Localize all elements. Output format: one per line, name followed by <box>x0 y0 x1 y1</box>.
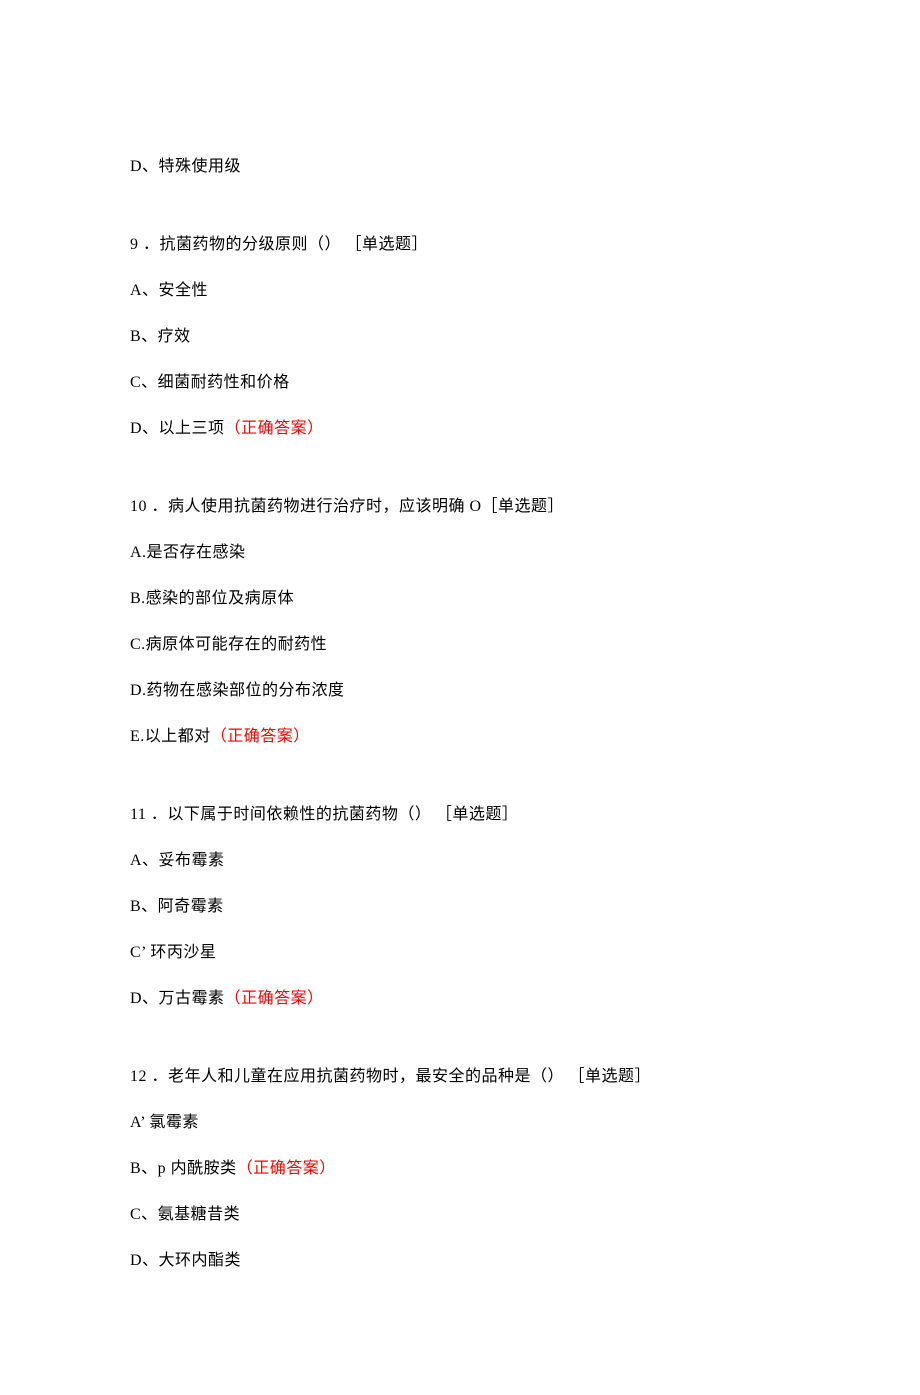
q10-option-b: B.感染的部位及病原体 <box>130 587 790 611</box>
q11-option-c: C’ 环丙沙星 <box>130 941 790 965</box>
q9-option-b: B、疗效 <box>130 325 790 349</box>
q9-option-d-text: D、以上三项 <box>130 420 225 437</box>
q12-option-d: D、大环内酯类 <box>130 1249 790 1273</box>
q12-correct-answer: （正确答案） <box>237 1160 336 1177</box>
q9-option-c: C、细菌耐药性和价格 <box>130 371 790 395</box>
q11-option-a: A、妥布霉素 <box>130 849 790 873</box>
lead-option-d: D、特殊使用级 <box>130 155 790 179</box>
q10-option-d: D.药物在感染部位的分布浓度 <box>130 679 790 703</box>
q9-stem: 9 ．抗菌药物的分级原则（） ［单选题］ <box>130 233 790 257</box>
q12-option-b: B、p 内酰胺类（正确答案） <box>130 1157 790 1181</box>
q10-correct-answer: （正确答案） <box>211 728 310 745</box>
q10-option-a: A.是否存在感染 <box>130 541 790 565</box>
q12-option-a: A’ 氯霉素 <box>130 1111 790 1135</box>
q12-option-c: C、氨基糖昔类 <box>130 1203 790 1227</box>
q9-option-a: A、安全性 <box>130 279 790 303</box>
q11-option-b: B、阿奇霉素 <box>130 895 790 919</box>
q12-stem: 12 ．老年人和儿童在应用抗菌药物时，最安全的品种是（） ［单选题］ <box>130 1065 790 1089</box>
q9-option-d: D、以上三项（正确答案） <box>130 417 790 441</box>
q9-correct-answer: （正确答案） <box>225 420 324 437</box>
q10-option-e: E.以上都对（正确答案） <box>130 725 790 749</box>
q11-option-d: D、万古霉素（正确答案） <box>130 987 790 1011</box>
q12-option-b-text: B、p 内酰胺类 <box>130 1160 237 1177</box>
q10-stem: 10 ．病人使用抗菌药物进行治疗时，应该明确 O［单选题］ <box>130 495 790 519</box>
q10-option-c: C.病原体可能存在的耐药性 <box>130 633 790 657</box>
q11-option-d-text: D、万古霉素 <box>130 990 225 1007</box>
q11-correct-answer: （正确答案） <box>225 990 324 1007</box>
q10-option-e-text: E.以上都对 <box>130 728 211 745</box>
q11-stem: 11 ．以下属于时间依赖性的抗菌药物（） ［单选题］ <box>130 803 790 827</box>
